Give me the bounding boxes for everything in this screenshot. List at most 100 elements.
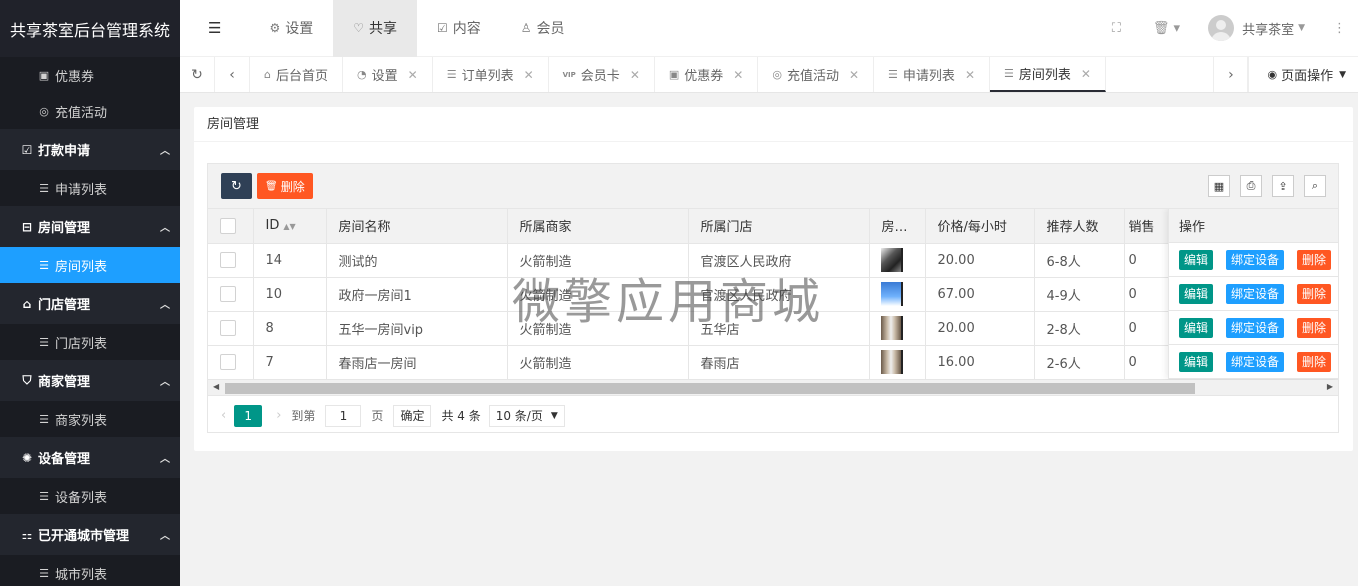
- export-icon[interactable]: ⇪: [1272, 175, 1294, 197]
- delete-button[interactable]: 删除: [1297, 317, 1332, 338]
- cell-people: 2-8人: [1034, 311, 1125, 346]
- room-thumbnail[interactable]: [880, 248, 903, 272]
- bind-device-button[interactable]: 绑定设备: [1226, 249, 1285, 270]
- header-menu-item-0[interactable]: ⚙ 设置: [249, 0, 333, 57]
- row-checkbox[interactable]: [220, 252, 236, 268]
- row-checkbox[interactable]: [220, 320, 236, 336]
- trash-dropdown-icon[interactable]: 🗑 ▾: [1135, 21, 1198, 36]
- search-icon[interactable]: ⌕: [1304, 175, 1326, 197]
- sidebar-item-label: 房间管理: [38, 221, 91, 236]
- tab-0[interactable]: ⌂ 后台首页: [250, 57, 343, 92]
- close-icon[interactable]: ✕: [1081, 67, 1091, 81]
- refresh-tab-button[interactable]: ↻: [180, 57, 215, 92]
- page-operations-dropdown[interactable]: ◉ 页面操作 ▼: [1248, 57, 1358, 92]
- goto-confirm-button[interactable]: 确定: [393, 404, 432, 427]
- sidebar-item-11[interactable]: ☰ 设备列表: [0, 478, 180, 514]
- trash-icon: 🗑: [265, 180, 278, 192]
- print-icon[interactable]: ⎙: [1240, 175, 1262, 197]
- sidebar-item-7[interactable]: ☰ 门店列表: [0, 324, 180, 360]
- delete-button[interactable]: 删除: [1297, 249, 1332, 270]
- sidebar-item-5[interactable]: ☰ 房间列表: [0, 247, 180, 283]
- tabs-prev-button[interactable]: ‹: [215, 57, 250, 92]
- goto-page-input[interactable]: 1: [325, 404, 362, 427]
- cell-image: [869, 277, 926, 312]
- more-icon[interactable]: ⋮: [1315, 21, 1358, 36]
- total-count: 共 4 条: [441, 409, 481, 423]
- user-menu[interactable]: 共享茶室 ▼: [1198, 15, 1315, 41]
- sidebar-group-6[interactable]: ⌂ 门店管理 ︿: [0, 283, 180, 324]
- bind-device-button[interactable]: 绑定设备: [1226, 351, 1285, 372]
- room-thumbnail[interactable]: [880, 350, 903, 374]
- tabs-next-button[interactable]: ›: [1213, 57, 1249, 92]
- delete-button[interactable]: 删除: [1297, 283, 1332, 304]
- refresh-button[interactable]: ↻: [221, 173, 252, 199]
- delete-button[interactable]: 删除: [1297, 351, 1332, 372]
- bind-device-button[interactable]: 绑定设备: [1226, 283, 1285, 304]
- cell-price: 20.00: [925, 243, 1035, 278]
- select-all-checkbox[interactable]: [220, 217, 236, 234]
- cell-merchant: 火箭制造: [507, 345, 689, 380]
- menu-icon: ☑: [21, 142, 33, 157]
- close-icon[interactable]: ✕: [849, 68, 859, 82]
- edit-button[interactable]: 编辑: [1179, 283, 1214, 304]
- chevron-up-icon: ︿: [160, 146, 170, 157]
- scroll-left-icon[interactable]: ◀: [213, 382, 219, 391]
- close-icon[interactable]: ✕: [965, 68, 975, 82]
- scrollbar-thumb[interactable]: [225, 382, 1195, 394]
- batch-delete-button[interactable]: 🗑 删除: [257, 173, 313, 199]
- fullscreen-icon[interactable]: ⛶: [1098, 21, 1135, 36]
- room-thumbnail[interactable]: [880, 282, 903, 306]
- close-icon[interactable]: ✕: [630, 68, 640, 82]
- row-checkbox[interactable]: [220, 354, 236, 370]
- edit-button[interactable]: 编辑: [1179, 351, 1214, 372]
- sidebar-toggle-button[interactable]: ☰: [180, 0, 249, 57]
- sidebar-item-1[interactable]: ◎ 充值活动: [0, 93, 180, 129]
- tab-icon: ◎: [772, 68, 782, 81]
- sidebar-group-10[interactable]: ✺ 设备管理 ︿: [0, 437, 180, 478]
- sidebar-group-8[interactable]: ⛉ 商家管理 ︿: [0, 360, 180, 401]
- page-size-select[interactable]: 10 条/页 ▼: [488, 404, 565, 427]
- row-checkbox[interactable]: [220, 286, 236, 302]
- tab-3[interactable]: VIP 会员卡 ✕: [549, 57, 655, 92]
- menu-icon: ☰: [39, 489, 49, 503]
- close-icon[interactable]: ✕: [733, 68, 743, 82]
- current-page[interactable]: 1: [234, 404, 263, 427]
- sidebar-group-4[interactable]: ⊟ 房间管理 ︿: [0, 206, 180, 247]
- tab-1[interactable]: ◔ 设置 ✕: [343, 57, 433, 92]
- horizontal-scrollbar[interactable]: ◀ ▶: [208, 379, 1338, 396]
- sidebar-item-0[interactable]: ▣ 优惠券: [0, 57, 180, 93]
- sort-icon[interactable]: ▲▼: [283, 222, 295, 231]
- prev-page-icon[interactable]: ‹: [221, 408, 234, 423]
- column-header-name: 房间名称: [326, 209, 508, 244]
- close-icon[interactable]: ✕: [408, 68, 418, 82]
- column-header-people: 推荐人数: [1034, 209, 1125, 244]
- edit-button[interactable]: 编辑: [1179, 249, 1214, 270]
- chevron-up-icon: ︿: [160, 223, 170, 234]
- next-page-icon[interactable]: ›: [272, 408, 291, 423]
- header-menu-item-1[interactable]: ♡ 共享: [333, 0, 417, 57]
- column-header-id[interactable]: ID ▲▼: [253, 209, 327, 244]
- tab-5[interactable]: ◎ 充值活动 ✕: [758, 57, 875, 92]
- sidebar-group-2[interactable]: ☑ 打款申请 ︿: [0, 129, 180, 170]
- header-menu-item-3[interactable]: ♙ 会员: [501, 0, 585, 57]
- tab-4[interactable]: ▣ 优惠券 ✕: [655, 57, 759, 92]
- room-thumbnail[interactable]: [880, 316, 903, 340]
- sidebar-item-9[interactable]: ☰ 商家列表: [0, 401, 180, 437]
- sidebar-group-12[interactable]: ⚏ 已开通城市管理 ︿: [0, 514, 180, 555]
- tab-7[interactable]: ☰ 房间列表 ✕: [990, 57, 1106, 92]
- bind-device-button[interactable]: 绑定设备: [1226, 317, 1285, 338]
- tab-icon: ☰: [446, 68, 457, 81]
- scroll-right-icon[interactable]: ▶: [1327, 382, 1333, 391]
- menu-icon: ▣: [38, 68, 50, 82]
- tab-6[interactable]: ☰ 申请列表 ✕: [874, 57, 990, 92]
- menu-icon: ⌂: [22, 296, 32, 311]
- cell-name: 五华一房间vip: [326, 311, 508, 346]
- columns-filter-icon[interactable]: ▦: [1208, 175, 1230, 197]
- sidebar-item-3[interactable]: ☰ 申请列表: [0, 170, 180, 206]
- sidebar-item-13[interactable]: ☰ 城市列表: [0, 555, 180, 586]
- tab-2[interactable]: ☰ 订单列表 ✕: [433, 57, 549, 92]
- row-select-cell: [208, 345, 254, 380]
- close-icon[interactable]: ✕: [524, 68, 534, 82]
- header-menu-item-2[interactable]: ☑ 内容: [417, 0, 501, 57]
- edit-button[interactable]: 编辑: [1179, 317, 1214, 338]
